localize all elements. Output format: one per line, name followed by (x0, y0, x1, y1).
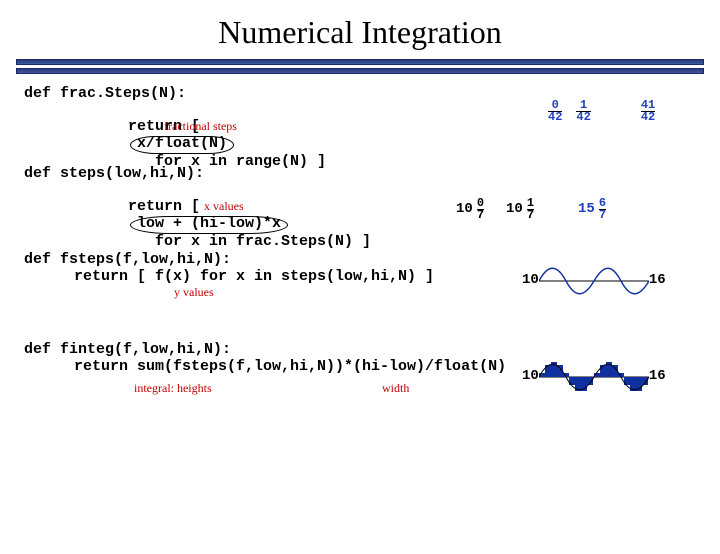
title-rules (16, 59, 704, 74)
b3-right-label: 16 (649, 273, 666, 288)
b2-f-pre3: 15 (578, 202, 595, 217)
page-title: Numerical Integration (0, 14, 720, 51)
sine-wave-icon (539, 264, 649, 298)
b4-right-label: 16 (649, 369, 666, 384)
code-block-1: def frac.Steps(N): return [ x/float(N) f… (24, 86, 696, 138)
b4-wave-box: 10 (522, 360, 666, 394)
b3-wave-box: 10 16 (522, 264, 666, 298)
b1-annotation: fractional steps (164, 120, 237, 133)
b1-oval: x/float(N) (130, 136, 234, 154)
b1-fracs: 042 142 4142 (544, 100, 659, 123)
b2-fracs: 10 07 10 17 15 67 (456, 198, 610, 221)
riemann-wave-icon (539, 360, 649, 394)
b4-annotation-2: width (382, 382, 409, 395)
code-block-2: def steps(low,hi,N): return [ low + (hi-… (24, 166, 696, 224)
b2-f-pre1: 10 (456, 202, 473, 217)
b4-left-label: 10 (522, 369, 539, 384)
b3-annotation: y values (174, 286, 214, 299)
b2-annotation: x values (204, 200, 244, 213)
b2-l2-return: return [ (128, 198, 200, 215)
code-block-4: def finteg(f,low,hi,N): return sum(fstep… (24, 342, 696, 412)
b2-oval: low + (hi-low)*x (130, 216, 288, 234)
b2-l2-tail: for x in frac.Steps(N) ] (128, 233, 371, 250)
b2-f-pre2: 10 (506, 202, 523, 217)
b4-l1: def finteg(f,low,hi,N): (24, 342, 696, 359)
code-block-3: def fsteps(f,low,hi,N): return [ f(x) fo… (24, 252, 696, 314)
b2-l1: def steps(low,hi,N): (24, 166, 696, 183)
b4-annotation-1: integral: heights (134, 382, 212, 395)
b3-left-label: 10 (522, 273, 539, 288)
